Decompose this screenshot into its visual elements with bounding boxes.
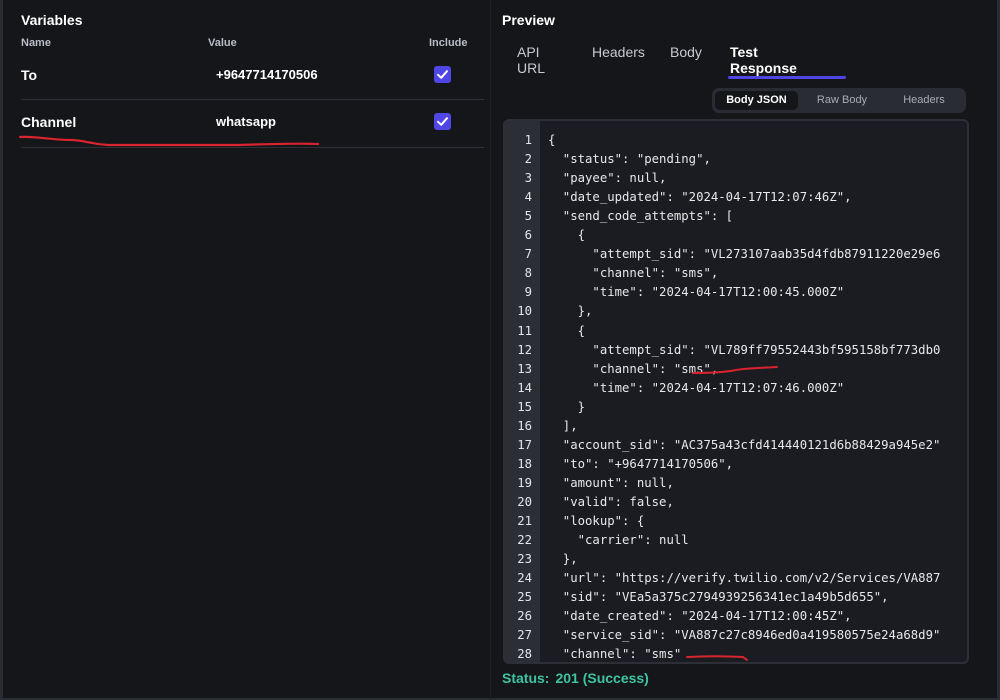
line-number: 8 (524, 266, 532, 281)
line-number: 7 (524, 247, 532, 262)
line-number: 26 (517, 609, 532, 624)
code-line: "status": "pending", (548, 152, 711, 167)
column-header-include: Include (429, 37, 468, 49)
line-number: 25 (517, 590, 532, 605)
code-line: { (548, 323, 586, 338)
line-number: 21 (517, 514, 532, 528)
line-number: 24 (517, 571, 532, 586)
line-number: 11 (517, 323, 532, 338)
preview-panel: Preview API URL Headers Body Test Respon… (490, 0, 1000, 700)
code-line: } (548, 399, 586, 414)
code-line: "channel": "sms", (548, 266, 719, 281)
code-line: { (548, 228, 586, 243)
subtab-headers[interactable]: Headers (885, 91, 963, 110)
column-header-name: Name (21, 37, 51, 49)
tab-body[interactable]: Body (670, 44, 702, 78)
response-view-toggle: Body JSON Raw Body Headers (712, 88, 966, 113)
line-number: 9 (524, 285, 532, 300)
include-checkbox[interactable] (434, 113, 451, 130)
tab-test-response[interactable]: Test Response (730, 44, 797, 78)
variable-name: Channel (21, 114, 77, 130)
line-number: 22 (517, 533, 532, 548)
variables-title: Variables (21, 12, 83, 28)
code-line: "payee": null, (548, 171, 667, 186)
line-number: 16 (517, 418, 532, 433)
line-number: 17 (517, 437, 532, 452)
line-number: 20 (517, 494, 532, 509)
code-line: }, (548, 304, 593, 319)
line-number: 3 (524, 171, 532, 186)
line-number: 5 (524, 209, 532, 224)
tab-headers[interactable]: Headers (592, 44, 645, 78)
subtab-raw-body[interactable]: Raw Body (802, 91, 882, 110)
line-number: 2 (524, 152, 532, 167)
checkmark-icon (437, 117, 448, 126)
code-line: ], (548, 418, 578, 433)
line-number: 15 (517, 399, 532, 414)
include-checkbox[interactable] (434, 66, 451, 83)
variable-name: To (21, 67, 38, 83)
variable-value[interactable]: +9647714170506 (216, 67, 318, 82)
line-number: 28 (517, 647, 532, 662)
line-number: 18 (517, 456, 532, 471)
code-line: "send_code_attempts": [ (548, 209, 734, 224)
code-line: "attempt_sid": "VL273107aab35d4fdb879112… (548, 247, 941, 262)
code-line: "account_sid": "AC375a43cfd414440121d6b8… (548, 437, 941, 452)
line-number: 6 (524, 228, 532, 243)
code-line: "url": "https://verify.twilio.com/v2/Ser… (548, 571, 941, 586)
code-line: "time": "2024-04-17T12:00:45.000Z" (548, 285, 845, 300)
status-indicator: Status: 201 (Success) (502, 670, 649, 686)
code-line: "service_sid": "VA887c27c8946ed0a4195805… (548, 628, 941, 643)
code-line: "time": "2024-04-17T12:07:46.000Z" (548, 380, 845, 395)
code-line: "sid": "VEa5a375c2794939256341ec1a49b5d6… (548, 590, 889, 605)
line-number: 10 (517, 304, 532, 319)
status-value: 201 (Success) (555, 670, 649, 686)
status-label: Status: (502, 670, 550, 686)
code-line: "date_created": "2024-04-17T12:00:45Z", (548, 609, 852, 624)
code-line: "valid": false, (548, 494, 674, 509)
line-number: 14 (517, 380, 532, 395)
checkmark-icon (437, 70, 448, 79)
line-number: 13 (517, 361, 532, 376)
code-line: }, (548, 552, 578, 567)
variable-row-channel: Channel whatsapp (21, 99, 484, 148)
variables-panel: Variables Name Value Include To +9647714… (0, 0, 490, 700)
code-line: "to": "+9647714170506", (548, 456, 734, 471)
json-response-viewer[interactable]: 1 {2 "status": "pending", 3 "payee": null,… (503, 119, 969, 664)
variable-row-to: To +9647714170506 (21, 51, 484, 100)
red-underline-annotation (686, 655, 748, 661)
code-line: "date_updated": "2024-04-17T12:07:46Z", (548, 190, 852, 205)
code-line: "lookup": { (548, 514, 645, 528)
line-number: 23 (517, 552, 532, 567)
code-line: { (548, 133, 556, 147)
column-header-value: Value (208, 37, 237, 49)
variable-value[interactable]: whatsapp (216, 114, 276, 129)
active-tab-indicator (728, 76, 846, 79)
line-number: 12 (517, 342, 532, 357)
preview-title: Preview (502, 12, 555, 28)
line-number: 1 (524, 133, 532, 147)
subtab-body-json[interactable]: Body JSON (715, 91, 798, 110)
code-line: "carrier": null (548, 533, 689, 548)
code-line: "amount": null, (548, 475, 674, 490)
line-number: 19 (517, 475, 532, 490)
line-number: 4 (524, 190, 532, 205)
tab-api-url[interactable]: API URL (517, 44, 545, 78)
code-line: "attempt_sid": "VL789ff79552443bf595158b… (548, 342, 941, 357)
code-line: "channel": "sms", (548, 361, 719, 376)
code-line: "channel": "sms" (548, 647, 682, 662)
line-number: 27 (517, 628, 532, 643)
